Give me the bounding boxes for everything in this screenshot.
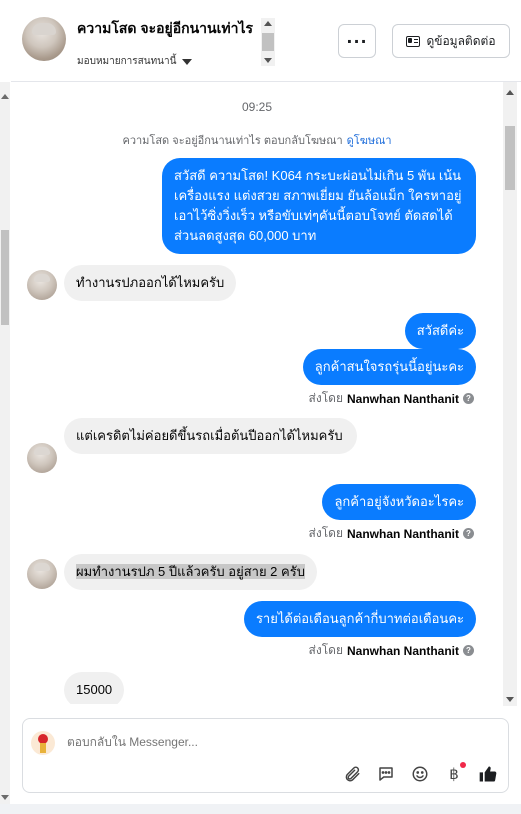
message-bubble-incoming[interactable]: 15000 [64,672,125,704]
scroll-up-arrow-icon[interactable] [1,94,9,99]
sent-by-label: ส่งโดย Nanwhan Nanthanit ? [309,524,474,543]
page-avatar [31,731,55,755]
message-bubble-incoming[interactable]: ทำงานรปภออกได้ไหมครับ [64,265,237,301]
message-bubble-outgoing[interactable]: สวัสดี ความโสด! K064 กระบะผ่อนไม่เกิน 5 … [162,158,476,254]
customer-avatar[interactable] [27,559,57,589]
scroll-up-arrow-icon[interactable] [506,90,514,95]
message-bubble-incoming[interactable]: แต่เครดิตไม่ค่อยดีขึ้นรถเมื่อต้นปีออกได้… [64,418,357,454]
scroll-down-arrow-icon[interactable] [506,697,514,702]
help-icon[interactable]: ? [463,393,474,404]
scroll-thumb[interactable] [505,126,515,190]
ad-reply-notice: ความโสด จะอยู่อีกนานเท่าไร ตอบกลับโฆษณา ด… [11,131,503,149]
ad-reply-text: ความโสด จะอยู่อีกนานเท่าไร ตอบกลับโฆษณา [122,135,343,147]
composer-toolbar: ฿ [342,762,498,784]
message-bubble-outgoing[interactable]: รายได้ต่อเดือนลูกค้ากี่บาทต่อเดือนคะ [243,601,476,637]
scroll-down-arrow-icon[interactable] [264,58,272,63]
message-bubble-outgoing[interactable]: สวัสดีค่ะ [404,313,476,349]
contact-avatar[interactable] [22,17,66,61]
help-icon[interactable]: ? [463,645,474,656]
sent-by-prefix: ส่งโดย [308,391,343,405]
caret-down-icon [182,58,193,65]
more-options-button[interactable]: ··· [338,24,376,58]
more-dots-icon: ··· [346,31,368,51]
paperclip-icon [345,766,360,782]
title-scrollbar[interactable] [261,18,275,66]
contact-name[interactable]: ความโสด จะอยู่อีกนานเท่าไร [77,18,277,40]
sent-by-prefix: ส่งโดย [308,643,343,657]
like-button[interactable] [478,764,498,784]
page-scrollbar[interactable] [0,82,10,804]
baht-icon: ฿ [449,766,459,783]
sender-name: Nanwhan Nanthanit [346,391,459,406]
scroll-thumb[interactable] [1,230,9,325]
thumbs-up-icon [479,766,497,782]
chat-bubble-icon [379,767,393,781]
view-contact-button[interactable]: ดูข้อมูลติดต่อ [392,24,510,58]
payment-button[interactable]: ฿ [444,762,466,784]
message-timestamp: 09:25 [241,100,273,114]
emoji-button[interactable] [410,764,430,784]
message-bubble-incoming[interactable]: ผมทำงานรปภ 5 ปีแล้วครับ อยู่สาย 2 ครับ [64,554,317,590]
view-ad-link[interactable]: ดูโฆษณา [347,135,392,147]
message-thread: 09:25 ความโสด จะอยู่อีกนานเท่าไร ตอบกลับ… [11,82,503,704]
reply-input[interactable] [67,735,367,749]
help-icon[interactable]: ? [463,528,474,539]
saved-replies-button[interactable] [376,764,396,784]
sender-name: Nanwhan Nanthanit [346,643,459,658]
reply-composer: ฿ [22,718,509,793]
window-bottom-edge [0,804,521,814]
view-contact-label: ดูข้อมูลติดต่อ [426,33,496,48]
message-bubble-outgoing[interactable]: ลูกค้าสนใจรถรุ่นนี้อยู่นะคะ [302,349,476,385]
sent-by-prefix: ส่งโดย [308,526,343,540]
notification-dot [460,762,466,768]
sent-by-label: ส่งโดย Nanwhan Nanthanit ? [309,641,474,660]
contact-title-box: ความโสด จะอยู่อีกนานเท่าไร มอบหมายการสนท… [77,18,277,66]
scroll-down-arrow-icon[interactable] [1,795,9,800]
message-bubble-outgoing[interactable]: ลูกค้าอยู่จังหวัดอะไรคะ [322,484,476,520]
assign-conversation-label: มอบหมายการสนทนานี้ [77,56,177,66]
thread-scrollbar[interactable] [503,82,517,706]
scroll-thumb[interactable] [262,33,274,51]
contact-card-icon [406,35,421,47]
scroll-up-arrow-icon[interactable] [264,21,272,26]
assign-conversation-dropdown[interactable]: มอบหมายการสนทนานี้ [77,54,277,66]
sender-name: Nanwhan Nanthanit [346,526,459,541]
conversation-header: ความโสด จะอยู่อีกนานเท่าไร มอบหมายการสนท… [11,0,521,82]
smiley-icon [412,766,428,782]
customer-avatar[interactable] [27,270,57,300]
attach-file-button[interactable] [342,764,362,784]
sent-by-label: ส่งโดย Nanwhan Nanthanit ? [309,389,474,408]
selected-message-text[interactable]: ผมทำงานรปภ 5 ปีแล้วครับ อยู่สาย 2 ครับ [76,564,305,579]
customer-avatar[interactable] [27,443,57,473]
